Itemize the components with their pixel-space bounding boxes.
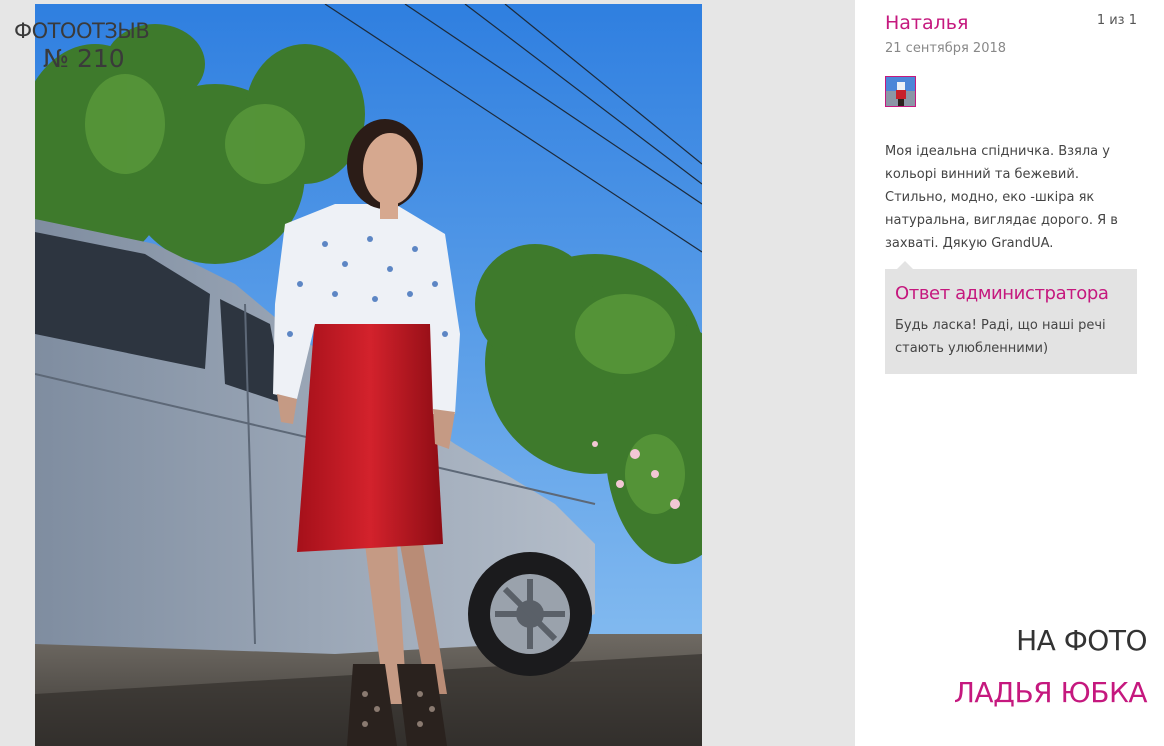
author-name: Наталья — [885, 12, 969, 34]
admin-reply: Ответ администратора Будь ласка! Раді, щ… — [885, 261, 1137, 374]
photo-counter: 1 из 1 — [1096, 13, 1137, 28]
product-link[interactable]: ЛАДЬЯ ЮБКА — [954, 676, 1148, 709]
review-photo — [35, 4, 702, 746]
admin-reply-title: Ответ администратора — [895, 283, 1109, 304]
photo-area: ФОТООТЗЫВ № 210 — [0, 0, 855, 746]
on-photo-label: НА ФОТО — [1016, 624, 1147, 657]
review-panel: Наталья 1 из 1 21 сентября 2018 Моя ідеа… — [855, 0, 1164, 746]
review-date: 21 сентября 2018 — [885, 41, 1007, 56]
review-text: Моя ідеальна спідничка. Взяла у кольорі … — [885, 144, 1118, 251]
review-number-label: ФОТООТЗЫВ — [14, 19, 150, 43]
photo-thumbnail[interactable] — [885, 76, 916, 107]
review-number-value: № 210 — [43, 44, 125, 73]
review-number: ФОТООТЗЫВ № 210 — [14, 18, 150, 74]
admin-reply-text: Будь ласка! Раді, що наші речі стають ул… — [895, 318, 1106, 356]
